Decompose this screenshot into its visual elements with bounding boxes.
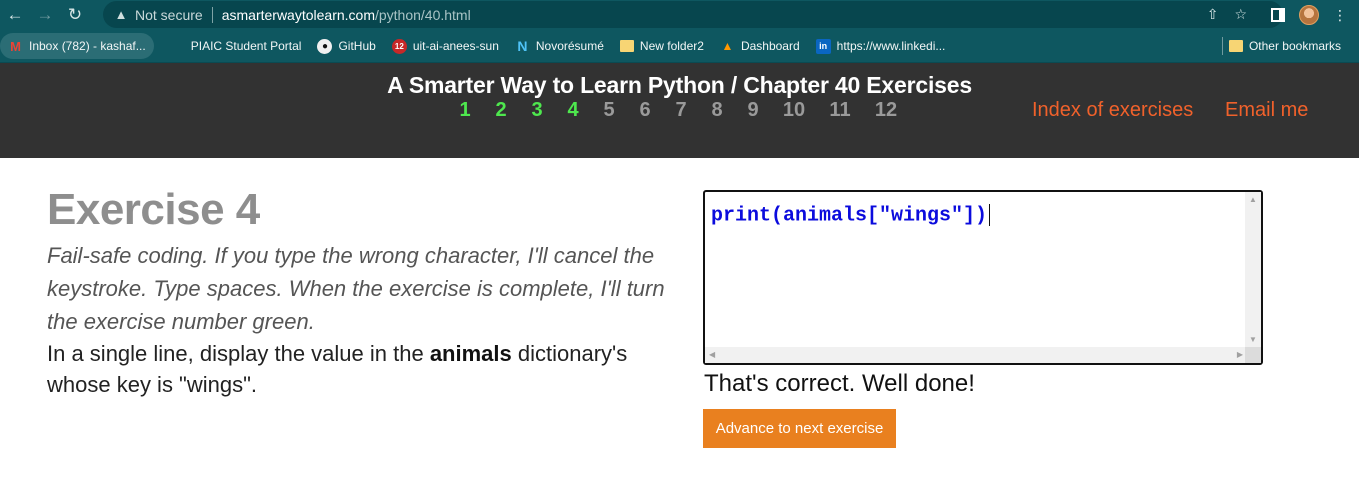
scroll-right-icon[interactable]: ▶ [1237,350,1243,359]
share-icon[interactable]: ⇧ [1207,6,1219,23]
exercise-number-5[interactable]: 5 [591,99,627,122]
exercise-number-11[interactable]: 11 [817,99,863,122]
piaic-icon [170,39,185,54]
scroll-down-icon[interactable]: ▼ [1249,335,1257,344]
vertical-scrollbar[interactable]: ▲ ▼ [1245,192,1261,347]
exercise-number-10[interactable]: 10 [771,99,817,122]
exercise-number-12[interactable]: 12 [863,99,909,122]
browser-toolbar: ← → ↻ ▲ Not secure asmarterwaytolearn.co… [0,0,1359,30]
exercise-task: In a single line, display the value in t… [47,338,667,400]
email-me-link[interactable]: Email me [1225,99,1308,122]
bookmark-label: New folder2 [639,39,704,53]
back-icon[interactable]: ← [0,0,30,30]
linkedin-icon: in [815,38,831,54]
site-header: A Smarter Way to Learn Python / Chapter … [0,63,1359,158]
scroll-left-icon[interactable]: ◀ [709,350,715,359]
exercise-numbers: 1 2 3 4 5 6 7 8 9 10 11 12 [447,99,909,122]
exercise-number-1[interactable]: 1 [447,99,483,122]
chrome-actions: ⋮ [1271,5,1347,25]
bookmark-label: Novorésumé [535,39,604,53]
address-bar[interactable]: ▲ Not secure asmarterwaytolearn.com /pyt… [103,1,1283,28]
bookmark-label: Inbox (782) - kashaf... [29,39,146,53]
other-bookmarks-label: Other bookmarks [1248,39,1341,53]
index-of-exercises-link[interactable]: Index of exercises [1032,99,1193,122]
bookmarks-bar: M Inbox (782) - kashaf... PIAIC Student … [0,30,1359,63]
exercise-number-2[interactable]: 2 [483,99,519,122]
bookmark-linkedin[interactable]: in https://www.linkedi... [808,33,954,59]
exercise-number-6[interactable]: 6 [627,99,663,122]
scrollbar-corner [1245,347,1261,363]
bookmark-label: Dashboard [740,39,800,53]
advance-button[interactable]: Advance to next exercise [703,409,896,448]
github-icon: ● [317,38,333,54]
bookmark-uit[interactable]: 12 uit-ai-anees-sun [384,33,507,59]
bookmark-label: PIAIC Student Portal [190,39,302,53]
bookmark-gmail[interactable]: M Inbox (782) - kashaf... [0,33,154,59]
reload-icon[interactable]: ↻ [60,0,90,30]
code-editor[interactable]: print(animals["wings"]) ▲ ▼ ◀ ▶ [703,190,1263,365]
warning-icon[interactable]: ▲ [113,7,129,23]
scroll-up-icon[interactable]: ▲ [1249,195,1257,204]
url-host: asmarterwaytolearn.com [221,6,375,23]
exercise-number-4[interactable]: 4 [555,99,591,122]
exercise-number-3[interactable]: 3 [519,99,555,122]
star-icon[interactable]: ☆ [1234,6,1247,23]
code-text: print(animals["wings"]) [711,204,988,228]
exercise-number-9[interactable]: 9 [735,99,771,122]
bookmark-label: GitHub [338,39,376,53]
bookmark-label: https://www.linkedi... [836,39,946,53]
url-path: /python/40.html [374,6,471,23]
dashboard-icon: ▲ [721,39,734,53]
text-caret [989,204,991,226]
bookmark-piaic[interactable]: PIAIC Student Portal [162,33,310,59]
omnibox-separator [211,6,213,23]
bookmark-novoresume[interactable]: N Novorésumé [507,33,612,59]
novoresume-icon: N [517,38,528,54]
exercise-instructions: Fail-safe coding. If you type the wrong … [47,243,665,334]
feedback-message: That's correct. Well done! [704,370,975,397]
twelve-icon: 12 [391,38,407,54]
forward-icon[interactable]: → [30,0,60,30]
menu-icon[interactable]: ⋮ [1333,7,1347,24]
bookmark-dashboard[interactable]: ▲ Dashboard [712,33,808,59]
task-text: In a single line, display the value in t… [47,341,430,366]
side-panel-icon[interactable] [1271,8,1285,22]
security-label: Not secure [135,6,203,23]
folder-icon [619,40,634,52]
exercise-number-7[interactable]: 7 [663,99,699,122]
bookmark-label: uit-ai-anees-sun [412,39,499,53]
bookmark-github[interactable]: ● GitHub [309,33,383,59]
exercise-title: Exercise 4 [47,185,260,234]
bookmark-new-folder2[interactable]: New folder2 [612,33,712,59]
page-title: A Smarter Way to Learn Python / Chapter … [387,72,972,98]
folder-icon [1228,40,1243,52]
task-keyword: animals [429,341,512,366]
other-bookmarks[interactable]: Other bookmarks [1221,33,1349,59]
omnibox-actions: ⇧ ☆ [1207,6,1247,23]
exercise-panel: Exercise 4 Fail-safe coding. If you type… [47,185,667,400]
gmail-icon: M [10,38,21,54]
code-line[interactable]: print(animals["wings"]) [711,204,991,228]
horizontal-scrollbar[interactable]: ◀ ▶ [705,347,1247,363]
avatar[interactable] [1299,5,1319,25]
exercise-number-8[interactable]: 8 [699,99,735,122]
